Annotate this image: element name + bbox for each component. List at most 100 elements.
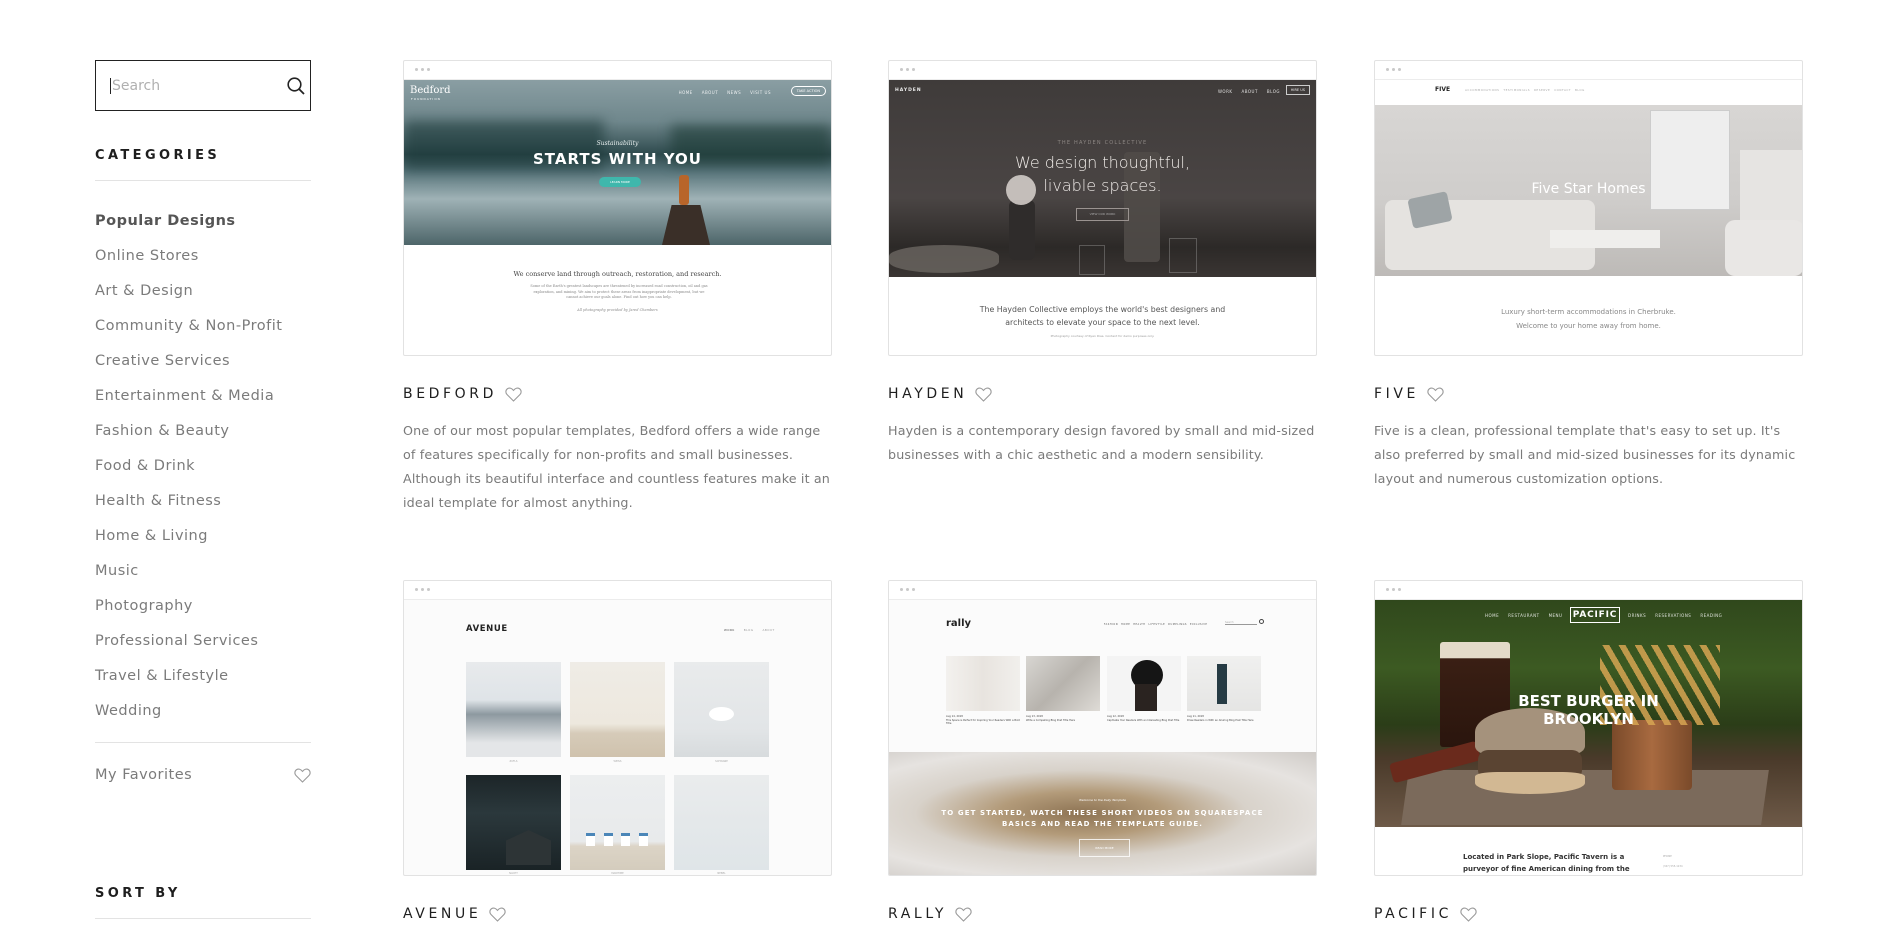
template-card-rally: rally FASHION HOME HEALTH LIFESTYLE DUMPLING… bbox=[888, 580, 1317, 939]
search-box[interactable] bbox=[95, 60, 311, 111]
category-travel-lifestyle[interactable]: Travel & Lifestyle bbox=[95, 667, 311, 702]
browser-bar bbox=[1375, 61, 1802, 80]
card-title-row: AVENUE bbox=[403, 905, 832, 923]
post-thumbnail bbox=[1187, 656, 1261, 711]
browser-bar bbox=[889, 61, 1316, 80]
browser-bar bbox=[404, 581, 831, 600]
category-list: Popular Designs Online Stores Art & Desi… bbox=[95, 212, 311, 737]
preview-logo: HAYDEN bbox=[895, 88, 922, 93]
category-music[interactable]: Music bbox=[95, 562, 311, 597]
favorite-heart-icon[interactable] bbox=[1460, 907, 1477, 922]
preview-logo: Bedford bbox=[410, 85, 451, 96]
card-title-row: HAYDEN bbox=[888, 385, 1317, 403]
gallery-photo bbox=[570, 662, 665, 757]
favorite-heart-icon[interactable] bbox=[1427, 387, 1444, 402]
hero-image: Five Star Homes bbox=[1375, 105, 1802, 276]
window-dots-icon bbox=[415, 68, 430, 71]
template-description: One of our most popular templates, Bedfo… bbox=[403, 423, 831, 510]
preview-body-text: Some of the Earth's greatest landscapes … bbox=[530, 284, 708, 299]
favorite-heart-icon[interactable] bbox=[505, 387, 522, 402]
template-card-hayden: HAYDEN WORK ABOUT BLOG HIRE US THE HAYDEN … bbox=[888, 60, 1317, 467]
template-card-bedford: Bedford FOUNDATION HOME ABOUT NEWS VISIT US… bbox=[403, 60, 832, 515]
favorite-heart-icon[interactable] bbox=[955, 907, 972, 922]
preview-credit: Photography courtesy of Ryan Dias. Conte… bbox=[1050, 334, 1155, 338]
category-entertainment-media[interactable]: Entertainment & Media bbox=[95, 387, 311, 422]
preview-cta: READ MORE bbox=[1079, 839, 1130, 857]
preview-nav-button: TAKE ACTION bbox=[790, 86, 826, 96]
category-photography[interactable]: Photography bbox=[95, 597, 311, 632]
category-creative-services[interactable]: Creative Services bbox=[95, 352, 311, 387]
category-community-non-profit[interactable]: Community & Non-Profit bbox=[95, 317, 311, 352]
template-name[interactable]: BEDFORD bbox=[403, 386, 497, 402]
card-title-row: BEDFORD bbox=[403, 385, 832, 403]
hero-image: PACIFIC HOME RESTAURANT MENU DRINKS RESERVA… bbox=[1375, 600, 1802, 827]
template-description: Five is a clean, professional template t… bbox=[1374, 423, 1796, 486]
template-name[interactable]: RALLY bbox=[888, 906, 947, 922]
post-thumbnail bbox=[946, 656, 1020, 711]
categories-divider bbox=[95, 180, 311, 181]
card-title-row: RALLY bbox=[888, 905, 1317, 923]
template-preview[interactable]: PACIFIC HOME RESTAURANT MENU DRINKS RESERVA… bbox=[1374, 580, 1803, 876]
template-preview[interactable]: AVENUE WORK BLOG ABOUT ZUFLS WEISS SCHWANE bbox=[403, 580, 832, 876]
preview-kicker: THE HAYDEN COLLECTIVE bbox=[1057, 140, 1148, 146]
category-online-stores[interactable]: Online Stores bbox=[95, 247, 311, 282]
browser-bar bbox=[1375, 581, 1802, 600]
preview-logo-sub: FOUNDATION bbox=[411, 97, 441, 101]
search-input[interactable] bbox=[110, 77, 286, 94]
preview-body-1: Located in Park Slope, Pacific Tavern is… bbox=[1463, 853, 1625, 861]
favorite-heart-icon[interactable] bbox=[975, 387, 992, 402]
preview-body-2: Welcome to your home away from home. bbox=[1516, 322, 1661, 330]
sort-divider bbox=[95, 918, 311, 919]
preview-headline-2: BROOKLYN bbox=[1543, 710, 1634, 728]
preview-search-icon bbox=[1259, 619, 1264, 624]
template-name[interactable]: PACIFIC bbox=[1374, 906, 1452, 922]
sidebar: CATEGORIES Popular Designs Online Stores… bbox=[95, 60, 311, 919]
template-preview[interactable]: rally FASHION HOME HEALTH LIFESTYLE DUMPLING… bbox=[888, 580, 1317, 876]
post-meta: Aug 11, 2018 Draw Readers in With an Allu… bbox=[1187, 715, 1254, 722]
category-popular-designs[interactable]: Popular Designs bbox=[95, 212, 311, 247]
template-name[interactable]: FIVE bbox=[1374, 386, 1419, 402]
template-preview[interactable]: HAYDEN WORK ABOUT BLOG HIRE US THE HAYDEN … bbox=[888, 60, 1317, 356]
category-wedding[interactable]: Wedding bbox=[95, 702, 311, 737]
preview-logo: PACIFIC bbox=[1570, 607, 1620, 623]
preview-body-2: architects to elevate your space to the … bbox=[1005, 318, 1200, 327]
fries-cup bbox=[1612, 720, 1692, 790]
category-food-drink[interactable]: Food & Drink bbox=[95, 457, 311, 492]
template-description: Hayden is a contemporary design favored … bbox=[888, 423, 1315, 462]
preview-headline: Five Star Homes bbox=[1531, 181, 1646, 197]
search-icon[interactable] bbox=[286, 76, 306, 96]
photo-caption: MARITIME bbox=[611, 872, 624, 875]
template-name[interactable]: AVENUE bbox=[403, 906, 481, 922]
category-fashion-beauty[interactable]: Fashion & Beauty bbox=[95, 422, 311, 457]
category-professional-services[interactable]: Professional Services bbox=[95, 632, 311, 667]
preview-cta: LEARN MORE bbox=[599, 177, 641, 187]
preview-nav-left: HOME RESTAURANT MENU bbox=[1485, 613, 1563, 618]
gallery-photo bbox=[570, 775, 665, 870]
my-favorites-link[interactable]: My Favorites bbox=[95, 767, 311, 783]
preview-headline: STARTS WITH YOU bbox=[532, 150, 702, 168]
window-dots-icon bbox=[415, 588, 430, 591]
template-preview[interactable]: Bedford FOUNDATION HOME ABOUT NEWS VISIT US… bbox=[403, 60, 832, 356]
template-name[interactable]: HAYDEN bbox=[888, 386, 967, 402]
preview-nav: ACCOMMODATIONS TESTIMONIALS RESERVE CONTACT… bbox=[1465, 88, 1585, 92]
category-health-fitness[interactable]: Health & Fitness bbox=[95, 492, 311, 527]
post-meta: Aug 13, 2018 Write a Compelling Blog Post… bbox=[1026, 715, 1076, 722]
gallery-photo bbox=[674, 662, 769, 757]
favorite-heart-icon[interactable] bbox=[489, 907, 506, 922]
plates-shape bbox=[889, 245, 999, 273]
photo-caption: ZUFLS bbox=[509, 760, 518, 763]
photo-caption: NEBEL bbox=[717, 872, 726, 875]
template-preview[interactable]: FIVE ACCOMMODATIONS TESTIMONIALS RESERVE CO… bbox=[1374, 60, 1803, 356]
browser-bar bbox=[889, 581, 1316, 600]
window-dots-icon bbox=[900, 68, 915, 71]
heart-icon bbox=[294, 768, 311, 783]
category-art-design[interactable]: Art & Design bbox=[95, 282, 311, 317]
post-thumbnail bbox=[1026, 656, 1100, 711]
template-card-five: FIVE ACCOMMODATIONS TESTIMONIALS RESERVE CO… bbox=[1374, 60, 1803, 491]
window-dots-icon bbox=[1386, 68, 1401, 71]
window-dots-icon bbox=[900, 588, 915, 591]
post-meta: Aug 14, 2018 This Space is Perfect for In… bbox=[946, 715, 1020, 725]
hero-image: Welcome to the Rally Template TO GET STA… bbox=[889, 752, 1316, 875]
preview-nav-right: DRINKS RESERVATIONS READING bbox=[1628, 613, 1723, 618]
category-home-living[interactable]: Home & Living bbox=[95, 527, 311, 562]
